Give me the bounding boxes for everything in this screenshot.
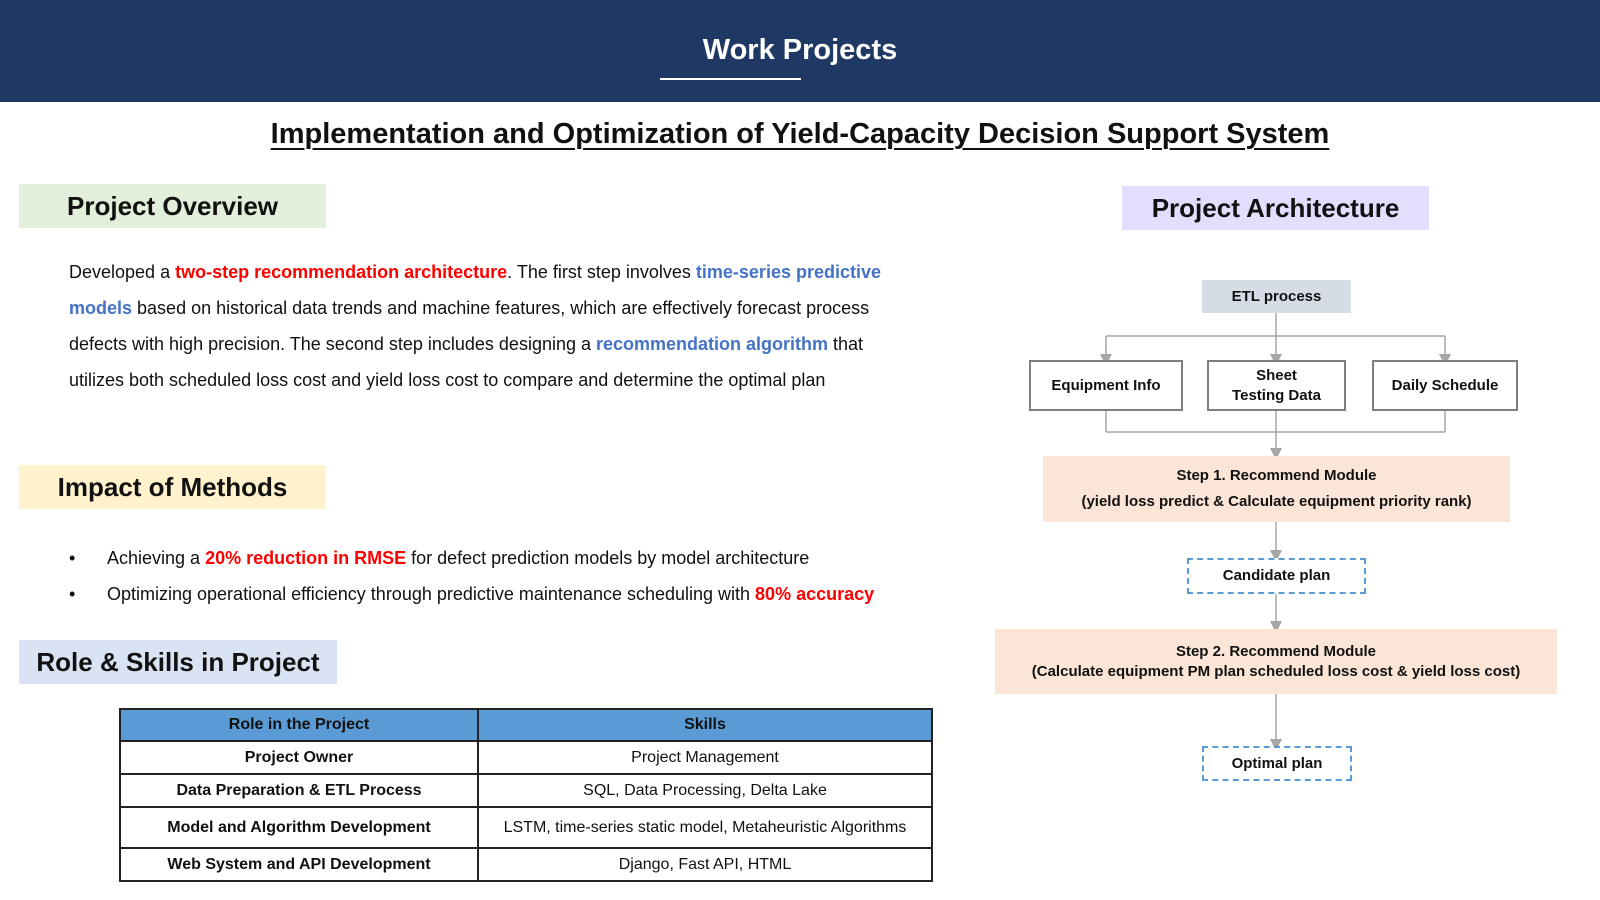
daily-schedule-node: Daily Schedule <box>1372 360 1518 411</box>
architecture-connectors <box>1100 313 1451 751</box>
step2-module-node: Step 2. Recommend Module (Calculate equi… <box>995 629 1557 694</box>
equipment-info-node: Equipment Info <box>1029 360 1183 411</box>
step2-title: Step 2. Recommend Module <box>1175 642 1377 660</box>
candidate-plan-node: Candidate plan <box>1187 558 1366 594</box>
step1-title: Step 1. Recommend Module <box>1176 467 1377 484</box>
sheet-testing-data-node: Sheet Testing Data <box>1207 360 1346 411</box>
etl-process-node: ETL process <box>1202 280 1351 313</box>
step2-description: (Calculate equipment PM plan scheduled l… <box>1031 662 1521 680</box>
step1-description: (yield loss predict & Calculate equipmen… <box>1081 493 1472 510</box>
step1-module-node: Step 1. Recommend Module (yield loss pre… <box>1043 456 1510 522</box>
optimal-plan-node: Optimal plan <box>1202 746 1352 781</box>
